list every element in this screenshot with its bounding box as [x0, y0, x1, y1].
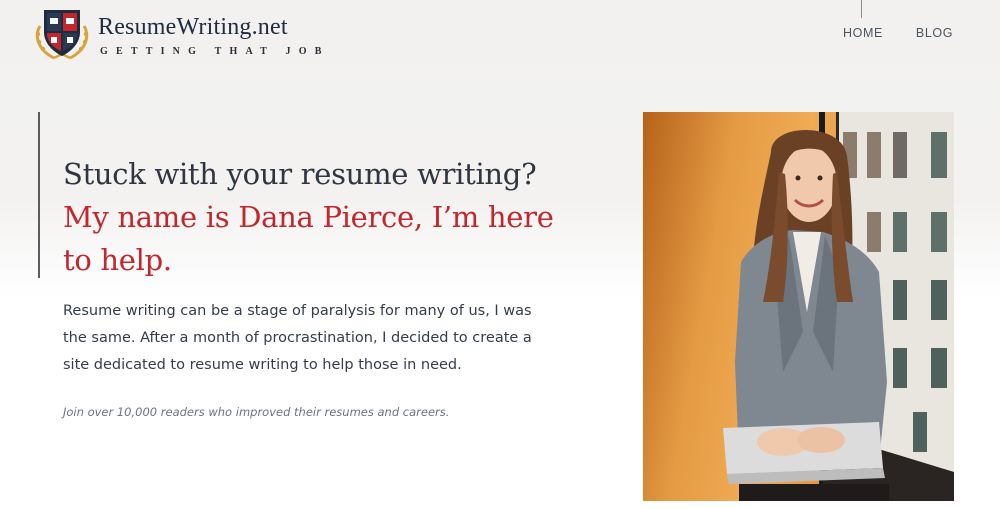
- brand-title: ResumeWriting.net: [98, 14, 288, 40]
- nav-blog-link[interactable]: BLOG: [916, 26, 953, 40]
- shield-crest-icon: [35, 10, 89, 60]
- hero-headline-highlight: My name is Dana Pierce, I’m here to help…: [63, 200, 554, 277]
- portrait-photo-icon: [723, 112, 954, 501]
- hero-headline: Stuck with your resume writing? My name …: [63, 153, 583, 282]
- brand-tagline: Getting that job: [100, 46, 330, 57]
- main-nav: HOME BLOG: [843, 26, 953, 40]
- portrait-photo: [643, 112, 954, 501]
- nav-divider: [861, 0, 862, 18]
- headline-accent-bar: [38, 112, 40, 278]
- site-logo[interactable]: ResumeWriting.net Getting that job: [32, 6, 332, 62]
- hero-intro-text: Resume writing can be a stage of paralys…: [63, 303, 532, 373]
- hero-headline-main: Stuck with your resume writing?: [63, 157, 537, 191]
- reader-count-note: Join over 10,000 readers who improved th…: [63, 405, 450, 419]
- nav-home-link[interactable]: HOME: [843, 26, 883, 40]
